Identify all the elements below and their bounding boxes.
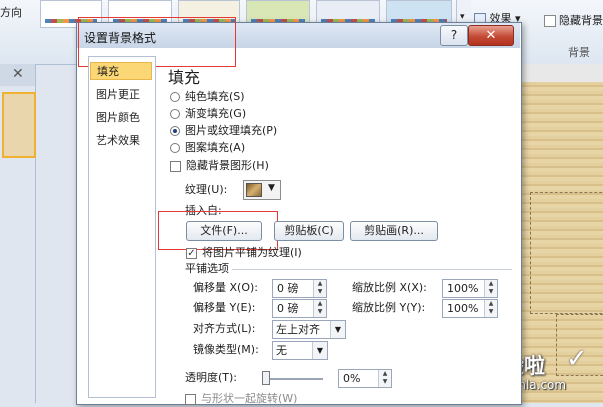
clipart-button[interactable]: 剪贴画(R)... bbox=[350, 221, 438, 241]
nav-item-artistic-effects[interactable]: 艺术效果 bbox=[90, 132, 152, 150]
close-button[interactable]: ✕ bbox=[468, 25, 514, 46]
offset-x-label: 偏移量 X(O): bbox=[193, 281, 258, 294]
alignment-label: 对齐方式(L): bbox=[193, 322, 256, 335]
chevron-down-icon: ▾ bbox=[460, 12, 465, 22]
hide-bg-graphics-checkbox[interactable]: 隐藏背景图形(H) bbox=[170, 158, 269, 174]
help-button[interactable]: ? bbox=[440, 25, 468, 46]
spinner-arrows-icon[interactable]: ▲ ▼ bbox=[484, 300, 497, 317]
scale-x-value: 100% bbox=[447, 282, 479, 295]
radio-button bbox=[170, 143, 180, 153]
tile-texture-checkbox[interactable]: ✓ 将图片平铺为纹理(I) bbox=[186, 245, 302, 261]
mirror-type-dropdown[interactable]: 无 ▼ bbox=[272, 341, 328, 360]
radio-pattern-fill[interactable]: 图案填充(A) bbox=[170, 140, 245, 156]
radio-label: 渐变填充(G) bbox=[185, 107, 247, 120]
check-icon: ✓ bbox=[566, 344, 588, 374]
chevron-down-icon: ▼ bbox=[312, 342, 327, 359]
scale-x-spinner[interactable]: 100% ▲ ▼ bbox=[442, 279, 498, 298]
checkbox-label: 与形状一起旋转(W) bbox=[201, 392, 298, 405]
spinner-arrows-icon[interactable]: ▲ ▼ bbox=[378, 370, 391, 387]
background-group-label: 背景 bbox=[568, 46, 590, 59]
placeholder-outline[interactable] bbox=[530, 192, 603, 314]
section-divider bbox=[232, 269, 512, 270]
alignment-dropdown[interactable]: 左上对齐 ▼ bbox=[272, 320, 346, 339]
category-list bbox=[88, 56, 156, 398]
offset-y-spinner[interactable]: 0 磅 ▲ ▼ bbox=[272, 299, 327, 318]
chevron-down-icon: ▼ bbox=[330, 321, 345, 338]
section-heading: 填充 bbox=[168, 68, 201, 87]
radio-label: 图片或纹理填充(P) bbox=[185, 124, 278, 137]
transparency-slider-thumb[interactable] bbox=[262, 371, 270, 385]
scale-y-spinner[interactable]: 100% ▲ ▼ bbox=[442, 299, 498, 318]
transparency-value: 0% bbox=[343, 372, 361, 385]
texture-swatch bbox=[246, 183, 262, 197]
offset-x-spinner[interactable]: 0 磅 ▲ ▼ bbox=[272, 279, 327, 298]
file-button[interactable]: 文件(F)... bbox=[186, 221, 262, 241]
offset-y-label: 偏移量 Y(E): bbox=[193, 301, 256, 314]
tile-options-heading: 平铺选项 bbox=[185, 262, 229, 275]
clipboard-button[interactable]: 剪贴板(C) bbox=[274, 221, 344, 241]
nav-item-fill[interactable]: 填充 bbox=[90, 62, 152, 80]
spinner-arrows-icon[interactable]: ▲ ▼ bbox=[313, 280, 326, 297]
radio-label: 图案填充(A) bbox=[185, 141, 246, 154]
scale-y-value: 100% bbox=[447, 302, 479, 315]
nav-item-picture-color[interactable]: 图片颜色 bbox=[90, 109, 152, 127]
checkbox-label: 隐藏背景图形(H) bbox=[186, 159, 269, 172]
direction-label: 方向 bbox=[0, 6, 22, 19]
radio-picture-texture-fill[interactable]: 图片或纹理填充(P) bbox=[170, 123, 277, 139]
radio-solid-fill[interactable]: 纯色填充(S) bbox=[170, 89, 245, 105]
checkbox-box bbox=[544, 15, 556, 27]
spinner-arrows-icon[interactable]: ▲ ▼ bbox=[313, 300, 326, 317]
scale-x-label: 缩放比例 X(X): bbox=[352, 281, 427, 294]
hide-background-checkbox[interactable]: 隐藏背景 bbox=[544, 12, 603, 28]
radio-button bbox=[170, 92, 180, 102]
checkbox-label: 将图片平铺为纹理(I) bbox=[202, 246, 302, 259]
radio-button bbox=[170, 109, 180, 119]
transparency-slider-track[interactable] bbox=[263, 378, 323, 380]
checkbox-checked: ✓ bbox=[186, 247, 197, 259]
hide-background-label: 隐藏背景 bbox=[559, 14, 603, 27]
spinner-arrows-icon[interactable]: ▲ ▼ bbox=[484, 280, 497, 297]
offset-x-value: 0 磅 bbox=[277, 282, 299, 295]
chevron-down-icon: ▼ bbox=[268, 183, 275, 193]
texture-label: 纹理(U): bbox=[185, 183, 228, 196]
nav-item-picture-corrections[interactable]: 图片更正 bbox=[90, 86, 152, 104]
offset-y-value: 0 磅 bbox=[277, 302, 299, 315]
close-icon[interactable]: ✕ bbox=[12, 66, 24, 82]
radio-gradient-fill[interactable]: 渐变填充(G) bbox=[170, 106, 246, 122]
radio-button-selected bbox=[170, 126, 180, 136]
mirror-type-label: 镜像类型(M): bbox=[193, 343, 259, 356]
radio-label: 纯色填充(S) bbox=[185, 90, 245, 103]
slide-thumbnail[interactable] bbox=[2, 92, 36, 158]
mirror-type-value: 无 bbox=[276, 344, 287, 357]
rotate-with-shape-checkbox[interactable]: 与形状一起旋转(W) bbox=[185, 391, 297, 407]
scale-y-label: 缩放比例 Y(Y): bbox=[352, 301, 426, 314]
checkbox-box bbox=[170, 160, 181, 172]
transparency-label: 透明度(T): bbox=[185, 371, 238, 384]
transparency-spinner[interactable]: 0% ▲ ▼ bbox=[338, 369, 392, 388]
alignment-value: 左上对齐 bbox=[276, 323, 320, 336]
